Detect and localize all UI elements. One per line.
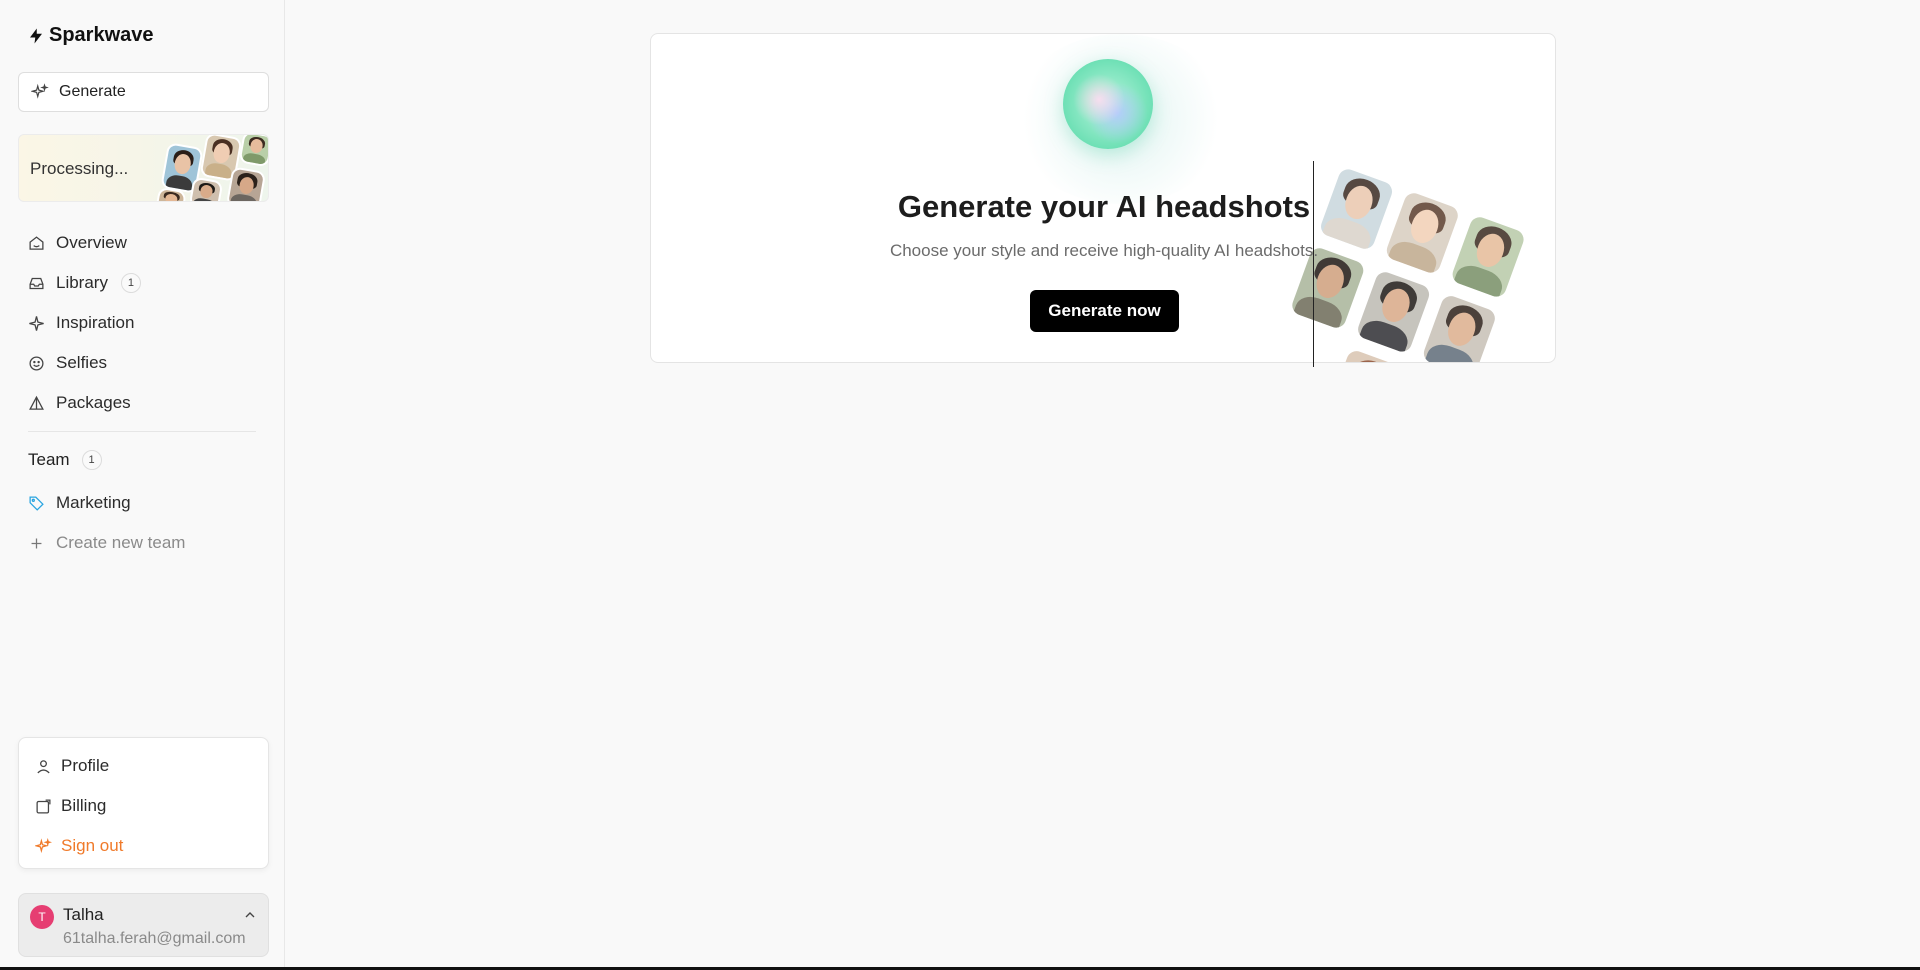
sidebar-item-label: Inspiration (56, 313, 135, 332)
sidebar: Sparkwave Generate Processing... Overvie… (0, 0, 285, 968)
triangle-icon (29, 395, 44, 410)
processing-banner[interactable]: Processing... (18, 134, 269, 202)
collage-photo (1418, 290, 1501, 362)
generate-now-button[interactable]: Generate now (1030, 290, 1179, 332)
billing-label: Billing (61, 796, 107, 815)
profile-label: Profile (61, 756, 110, 775)
hero-subtitle: Choose your style and receive high-quali… (889, 241, 1319, 260)
account-menu: Profile Billing Sign out (18, 737, 269, 869)
user-name: Talha (63, 905, 104, 924)
sidebar-item-marketing[interactable]: Marketing (28, 488, 268, 518)
sidebar-item-label: Overview (56, 233, 127, 252)
banner-photo (188, 176, 224, 201)
smile-icon (29, 355, 44, 371)
sidebar-item-label: Library (56, 273, 108, 292)
ai-orb (1063, 59, 1153, 149)
team-section-header: Team 1 (28, 450, 102, 470)
create-team-label: Create new team (56, 533, 186, 552)
create-team-button[interactable]: Create new team (28, 528, 268, 558)
sidebar-item-selfies[interactable]: Selfies (28, 348, 268, 378)
billing-menu-item[interactable]: Billing (35, 792, 106, 820)
sidebar-item-label: Packages (56, 393, 131, 412)
hero-title: Generate your AI headshots (897, 189, 1311, 224)
tag-icon (29, 495, 44, 511)
user-email: 61talha.ferah@gmail.com (63, 930, 246, 947)
sidebar-item-label: Marketing (56, 493, 131, 512)
user-account-button[interactable]: T Talha 61talha.ferah@gmail.com (18, 893, 269, 957)
team-count-badge: 1 (81, 450, 102, 470)
sidebar-item-inspiration[interactable]: Inspiration (28, 308, 268, 338)
chevron-up-icon (245, 912, 255, 918)
generate-button[interactable]: Generate (18, 72, 269, 112)
banner-photo (225, 166, 267, 201)
home-icon (29, 235, 44, 250)
lightning-icon (30, 28, 42, 43)
team-label: Team (28, 450, 70, 469)
sparkles-icon (31, 83, 49, 99)
sidebar-item-label: Selfies (56, 353, 108, 372)
plus-icon (31, 538, 42, 548)
generate-button-label: Generate (59, 83, 126, 100)
sidebar-item-library[interactable]: Library 1 (28, 268, 268, 298)
library-count-badge: 1 (120, 273, 141, 293)
collage-photo (1352, 266, 1435, 357)
profile-menu-item[interactable]: Profile (35, 752, 109, 780)
brand-name: Sparkwave (49, 24, 154, 46)
sparkle-icon (29, 315, 44, 331)
billing-icon (36, 798, 51, 814)
user-icon (37, 759, 50, 773)
sign-out-menu-item[interactable]: Sign out (35, 832, 123, 860)
sidebar-item-overview[interactable]: Overview (28, 228, 268, 258)
brand[interactable]: Sparkwave (27, 24, 154, 47)
sign-out-label: Sign out (61, 836, 124, 855)
avatar: T (30, 905, 54, 929)
generate-hero-card: Generate your AI headshots Choose your s… (650, 33, 1556, 363)
processing-label: Processing... (30, 159, 129, 178)
banner-photo (238, 135, 268, 168)
inbox-icon (29, 277, 44, 289)
sidebar-divider (28, 431, 256, 432)
cursor-line (1313, 161, 1314, 367)
sign-out-icon (35, 837, 52, 853)
sidebar-item-packages[interactable]: Packages (28, 388, 268, 418)
